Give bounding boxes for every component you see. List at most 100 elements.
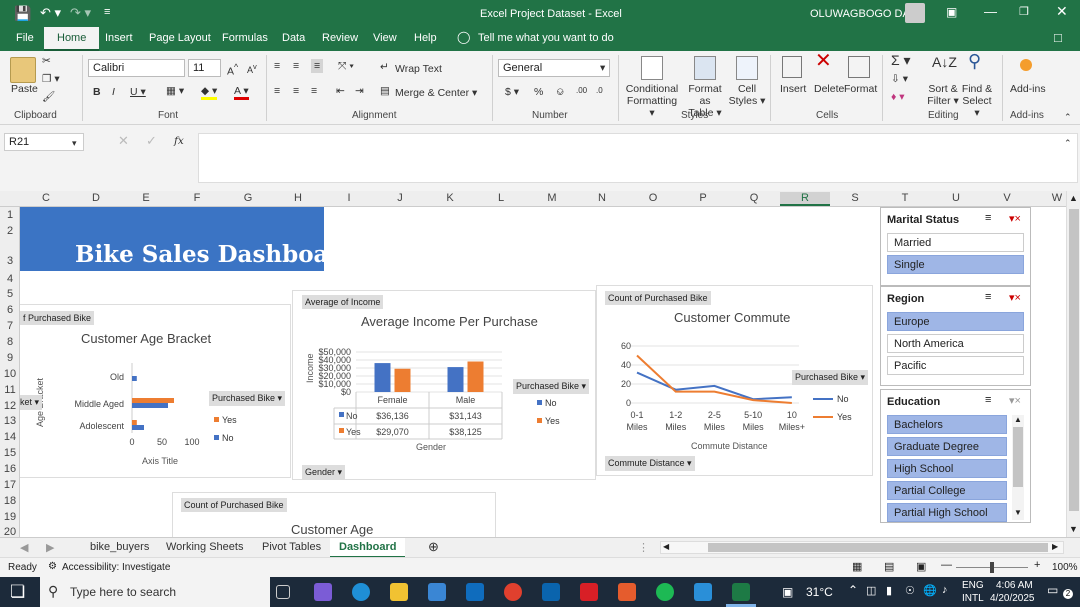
comments-icon[interactable]: □ — [1054, 30, 1062, 45]
copy-icon[interactable]: ❐ ▾ — [42, 73, 60, 85]
align-bottom-icon[interactable]: ≡ — [311, 59, 324, 73]
page-layout-view-icon[interactable]: ▤ — [884, 560, 894, 573]
excel-icon[interactable] — [732, 583, 750, 601]
slicer-item-graduate-degree[interactable]: Graduate Degree — [887, 437, 1007, 456]
multi-select-icon[interactable]: ≡ — [985, 394, 991, 406]
conditional-formatting-button[interactable]: Conditional Formatting ▾ — [624, 83, 680, 119]
weather-icon[interactable]: ▣ — [782, 585, 793, 599]
multi-select-icon[interactable]: ≡ — [985, 291, 991, 303]
slicer-item-single[interactable]: Single — [887, 255, 1024, 274]
volume-icon[interactable]: ♪ — [942, 584, 948, 596]
fill-icon[interactable]: ⇩ ▾ — [891, 73, 908, 85]
sheet-tab-working-sheets[interactable]: Working Sheets — [166, 541, 243, 553]
multi-select-icon[interactable]: ≡ — [985, 212, 991, 224]
decrease-indent-icon[interactable]: ⇤ — [336, 85, 345, 97]
paste-button[interactable]: Paste — [11, 83, 38, 95]
scroll-thumb[interactable] — [1069, 209, 1079, 511]
tab-review[interactable]: Review — [322, 32, 358, 44]
clock-date[interactable]: 4/20/2025 — [990, 593, 1035, 604]
column-header[interactable]: H — [288, 192, 308, 204]
underline-icon[interactable]: U ▾ — [130, 86, 146, 98]
scroll-down-icon[interactable]: ▼ — [1069, 524, 1078, 534]
zoom-out-icon[interactable]: — — [941, 559, 952, 571]
normal-view-icon[interactable]: ▦ — [852, 560, 862, 573]
name-box-dropdown-icon[interactable]: ▾ — [72, 137, 77, 149]
row-header[interactable]: 13 — [0, 415, 20, 427]
align-center-icon[interactable]: ≡ — [293, 85, 299, 97]
sheet-tab-pivot-tables[interactable]: Pivot Tables — [262, 541, 321, 553]
tab-prev-icon[interactable]: ◀ — [20, 541, 28, 554]
row-header[interactable]: 11 — [0, 384, 20, 396]
clear-filter-icon[interactable]: ▾× — [1009, 291, 1021, 304]
save-icon[interactable]: 💾 — [14, 5, 31, 22]
formula-input[interactable] — [198, 133, 1078, 183]
slicer-item-married[interactable]: Married — [887, 233, 1024, 252]
game-icon[interactable] — [618, 583, 636, 601]
row-header[interactable]: 2 — [0, 225, 20, 237]
chrome-icon[interactable] — [504, 583, 522, 601]
netflix-icon[interactable] — [580, 583, 598, 601]
wrap-text-button[interactable]: Wrap Text — [395, 63, 442, 75]
language-code[interactable]: ENG — [962, 580, 984, 591]
shrink-font-icon[interactable]: Av — [247, 61, 257, 76]
fill-color-icon[interactable]: ◆ ▾ — [201, 85, 218, 100]
slicer-marital-status[interactable]: Marital Status ≡ ▾× Married Single — [880, 207, 1031, 286]
expand-formula-icon[interactable]: ⌃ — [1064, 137, 1072, 149]
chart-customer-commute[interactable]: Count of Purchased Bike Customer Commute… — [596, 285, 873, 476]
show-hidden-icons-icon[interactable]: ⌃ — [848, 583, 858, 597]
slicer-item-pacific[interactable]: Pacific — [887, 356, 1024, 375]
legend-title-chip[interactable]: Purchased Bike ▾ — [513, 379, 590, 394]
axis-field-chip[interactable]: Commute Distance ▾ — [605, 456, 695, 471]
spotify-icon[interactable] — [656, 583, 674, 601]
ribbon-display-icon[interactable]: ▣ — [946, 5, 957, 19]
column-header[interactable]: M — [542, 192, 562, 204]
number-format-select[interactable]: General — [498, 59, 610, 77]
tab-page-layout[interactable]: Page Layout — [149, 32, 211, 44]
column-header[interactable]: C — [36, 192, 56, 204]
align-middle-icon[interactable]: ≡ — [293, 60, 299, 72]
taskbar-search[interactable]: ⚲ Type here to search — [40, 577, 270, 607]
column-header[interactable]: O — [643, 192, 663, 204]
close-icon[interactable]: ✕ — [1056, 3, 1068, 20]
row-field-chip[interactable]: ket ▾ — [20, 395, 43, 410]
column-header[interactable]: R — [780, 192, 830, 206]
slicer-item-europe[interactable]: Europe — [887, 312, 1024, 331]
collapse-ribbon-icon[interactable]: ⌃ — [1064, 111, 1072, 123]
column-header[interactable]: P — [693, 192, 713, 204]
notifications-icon[interactable]: ▭ — [1047, 583, 1058, 597]
clear-filter-icon[interactable]: ▾× — [1009, 212, 1021, 225]
maximize-icon[interactable]: ❐ — [1019, 5, 1029, 18]
row-header[interactable]: 5 — [0, 288, 20, 300]
font-name-select[interactable]: Calibri — [88, 59, 185, 77]
italic-icon[interactable]: I — [112, 86, 115, 98]
undo-icon[interactable]: ↶ ▾ — [40, 5, 61, 21]
column-header[interactable]: Q — [744, 192, 764, 204]
scroll-thumb[interactable] — [1013, 427, 1023, 487]
file-explorer-icon[interactable] — [390, 583, 408, 601]
slicer-item-bachelors[interactable]: Bachelors — [887, 415, 1007, 434]
cancel-icon[interactable]: ✕ — [118, 134, 129, 147]
tab-next-icon[interactable]: ▶ — [46, 541, 54, 554]
tab-help[interactable]: Help — [414, 32, 437, 44]
page-break-view-icon[interactable]: ▣ — [916, 560, 926, 573]
column-header[interactable]: J — [390, 192, 410, 204]
tell-me-search[interactable]: Tell me what you want to do — [478, 32, 614, 44]
scroll-thumb[interactable] — [708, 543, 1048, 552]
tab-view[interactable]: View — [373, 32, 397, 44]
network-icon[interactable]: ◫ — [866, 584, 876, 597]
comma-icon[interactable]: ⎉ — [556, 86, 564, 98]
task-view-icon[interactable] — [276, 585, 290, 599]
row-header[interactable]: 19 — [0, 511, 20, 523]
row-header[interactable]: 1 — [0, 209, 20, 221]
bold-icon[interactable]: B — [93, 86, 101, 98]
column-header[interactable]: V — [997, 192, 1017, 204]
sheet-tab-dashboard[interactable]: Dashboard — [330, 538, 406, 558]
avatar[interactable] — [905, 3, 925, 23]
battery-icon[interactable]: ▮ — [886, 584, 892, 597]
add-sheet-icon[interactable]: ⊕ — [428, 539, 439, 555]
row-header[interactable]: 16 — [0, 463, 20, 475]
chart-average-income[interactable]: Average of Income Average Income Per Pur… — [292, 290, 596, 480]
row-header[interactable]: 15 — [0, 447, 20, 459]
format-painter-icon[interactable]: 🖌 — [42, 91, 55, 103]
row-header[interactable]: 14 — [0, 431, 20, 443]
